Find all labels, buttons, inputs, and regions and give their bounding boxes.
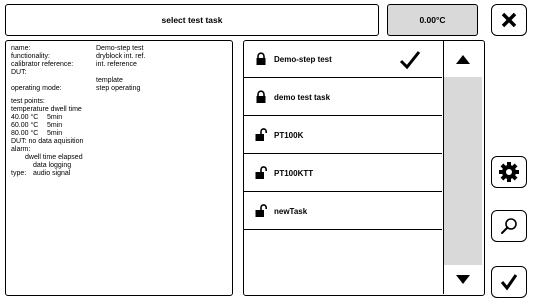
close-icon xyxy=(501,12,517,28)
temperature-display: 0.00°C xyxy=(387,4,478,36)
gear-icon xyxy=(499,162,519,182)
alarm-item: data logging xyxy=(33,162,72,169)
checkmark-icon xyxy=(500,274,518,291)
calibrator-reference-value: int. reference xyxy=(96,61,137,68)
task-item[interactable]: PT100K xyxy=(244,117,442,154)
triangle-down-icon xyxy=(456,275,470,284)
scrollbar[interactable] xyxy=(443,41,483,294)
task-item[interactable]: newTask xyxy=(244,193,442,230)
name-label: name: xyxy=(11,45,31,52)
test-point-temperature: 60.00 °C xyxy=(11,122,39,129)
task-info-panel: name: Demo-step test functionality: dryblo… xyxy=(5,40,233,296)
name-value: Demo-step test xyxy=(96,45,144,52)
task-label: PT100KTT xyxy=(274,168,314,178)
test-points-label: test points: xyxy=(11,98,45,105)
test-point-temperature: 80.00 °C xyxy=(11,130,39,137)
task-item[interactable]: Demo-step test xyxy=(244,41,442,78)
dut-value: template xyxy=(96,77,123,84)
search-icon xyxy=(501,218,517,234)
selected-check-icon xyxy=(399,51,421,70)
test-point-dwell: 5min xyxy=(47,130,63,137)
temperature-value: 0.00°C xyxy=(419,15,446,25)
triangle-up-icon xyxy=(456,54,470,64)
lock-icon xyxy=(256,90,266,103)
task-label: Demo-step test xyxy=(274,54,332,64)
functionality-value: dryblock int. ref. xyxy=(96,53,146,60)
calibrator-reference-label: calibrator reference: xyxy=(11,61,74,68)
page-title-text: select test task xyxy=(161,15,223,25)
unlock-icon xyxy=(255,128,267,141)
task-list: Demo-step test demo test task PT100K PT100K… xyxy=(243,40,485,296)
lock-icon xyxy=(256,52,266,65)
close-button[interactable] xyxy=(491,4,527,36)
settings-button[interactable] xyxy=(491,156,527,188)
task-item[interactable]: PT100KTT xyxy=(244,155,442,192)
task-label: newTask xyxy=(274,206,308,216)
operating-mode-value: step operating xyxy=(96,85,141,92)
type-label: type: xyxy=(11,170,27,177)
test-point-dwell: 5min xyxy=(47,114,63,121)
search-button[interactable] xyxy=(491,210,527,242)
alarm-item: dwell time elapsed xyxy=(25,154,83,161)
type-value: audio signal xyxy=(33,170,71,177)
dut-note: DUT: no data aquisition xyxy=(11,138,84,145)
task-item[interactable]: demo test task xyxy=(244,79,442,116)
test-point-temperature: 40.00 °C xyxy=(11,114,39,121)
scroll-track[interactable] xyxy=(444,77,482,265)
task-label: PT100K xyxy=(274,130,304,140)
confirm-button[interactable] xyxy=(491,266,527,298)
operating-mode-label: operating mode: xyxy=(11,85,62,92)
scroll-up-button[interactable] xyxy=(444,41,482,77)
test-point-dwell: 5min xyxy=(47,122,63,129)
task-label: demo test task xyxy=(274,92,331,102)
test-points-header: temperature dwell time xyxy=(11,106,82,113)
functionality-label: functionality: xyxy=(11,53,50,60)
page-title: select test task xyxy=(5,4,379,36)
unlock-icon xyxy=(255,204,267,217)
alarm-label: alarm: xyxy=(11,146,31,153)
scroll-down-button[interactable] xyxy=(444,265,482,294)
dut-label: DUT: xyxy=(11,69,27,76)
unlock-icon xyxy=(255,166,267,179)
